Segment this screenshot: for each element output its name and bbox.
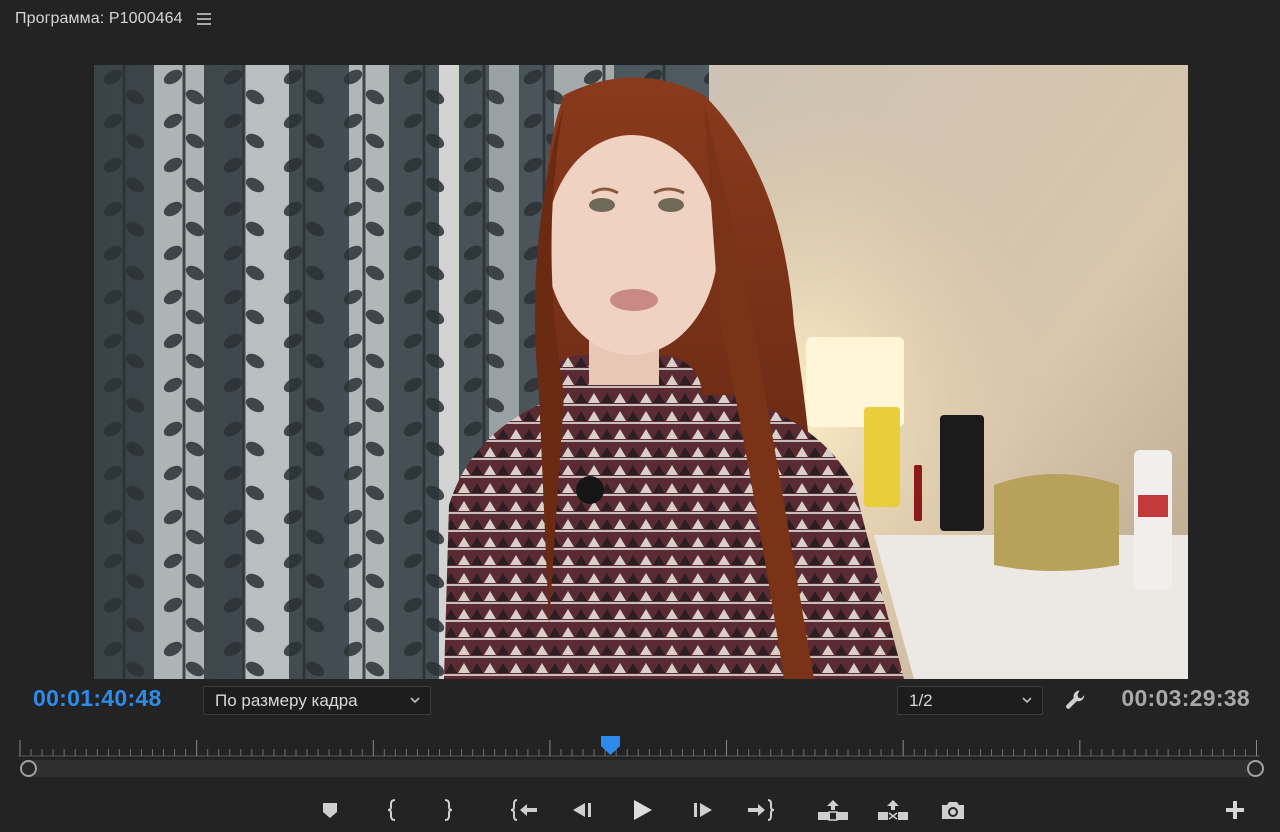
playback-resolution-select[interactable]: 1/2 bbox=[897, 686, 1043, 715]
duration-timecode: 00:03:29:38 bbox=[1121, 685, 1250, 711]
go-to-out-icon bbox=[748, 799, 775, 821]
camera-icon bbox=[942, 802, 964, 819]
mark-in-button[interactable] bbox=[375, 792, 411, 828]
chevron-down-icon bbox=[1022, 697, 1032, 704]
mark-out-button[interactable] bbox=[429, 792, 465, 828]
button-editor-button[interactable] bbox=[1217, 792, 1253, 828]
viewer-controls-row: 00:01:40:48 По размеру кадра 1/2 00:03:2… bbox=[0, 684, 1280, 718]
plus-icon bbox=[1226, 801, 1244, 819]
lift-button[interactable] bbox=[815, 792, 851, 828]
playback-resolution-value: 1/2 bbox=[909, 690, 933, 710]
current-timecode[interactable]: 00:01:40:48 bbox=[33, 685, 162, 712]
step-forward-button[interactable] bbox=[685, 792, 721, 828]
play-button[interactable] bbox=[624, 792, 660, 828]
zoom-scroll-handle-right[interactable] bbox=[1247, 760, 1264, 777]
time-ruler[interactable] bbox=[18, 736, 1260, 758]
go-to-in-icon bbox=[510, 799, 537, 821]
add-marker-button[interactable] bbox=[312, 792, 348, 828]
extract-button[interactable] bbox=[875, 792, 911, 828]
step-back-icon bbox=[573, 803, 591, 817]
chevron-down-icon bbox=[410, 697, 420, 704]
go-to-in-button[interactable] bbox=[506, 792, 542, 828]
export-frame-button[interactable] bbox=[935, 792, 971, 828]
zoom-level-value: По размеру кадра bbox=[215, 690, 358, 710]
panel-header: Программа: P1000464 bbox=[0, 0, 1280, 38]
wrench-icon[interactable] bbox=[1063, 687, 1089, 713]
go-to-out-button[interactable] bbox=[743, 792, 779, 828]
playhead-marker[interactable] bbox=[600, 735, 621, 757]
program-monitor-video[interactable] bbox=[94, 65, 1188, 679]
play-icon bbox=[634, 800, 652, 820]
zoom-scroll-handle-left[interactable] bbox=[20, 760, 37, 777]
zoom-level-select[interactable]: По размеру кадра bbox=[203, 686, 431, 715]
step-back-button[interactable] bbox=[564, 792, 600, 828]
mark-out-icon bbox=[444, 799, 453, 821]
lift-icon bbox=[818, 800, 848, 821]
transport-controls bbox=[0, 792, 1280, 828]
step-forward-icon bbox=[694, 803, 712, 817]
video-frame bbox=[94, 65, 1188, 679]
add-marker-icon bbox=[323, 803, 337, 818]
hamburger-icon[interactable] bbox=[196, 13, 211, 25]
panel-title: Программа: P1000464 bbox=[15, 10, 183, 27]
mark-in-icon bbox=[387, 799, 396, 821]
extract-icon bbox=[878, 800, 908, 820]
zoom-scroll-bar[interactable] bbox=[28, 760, 1256, 777]
